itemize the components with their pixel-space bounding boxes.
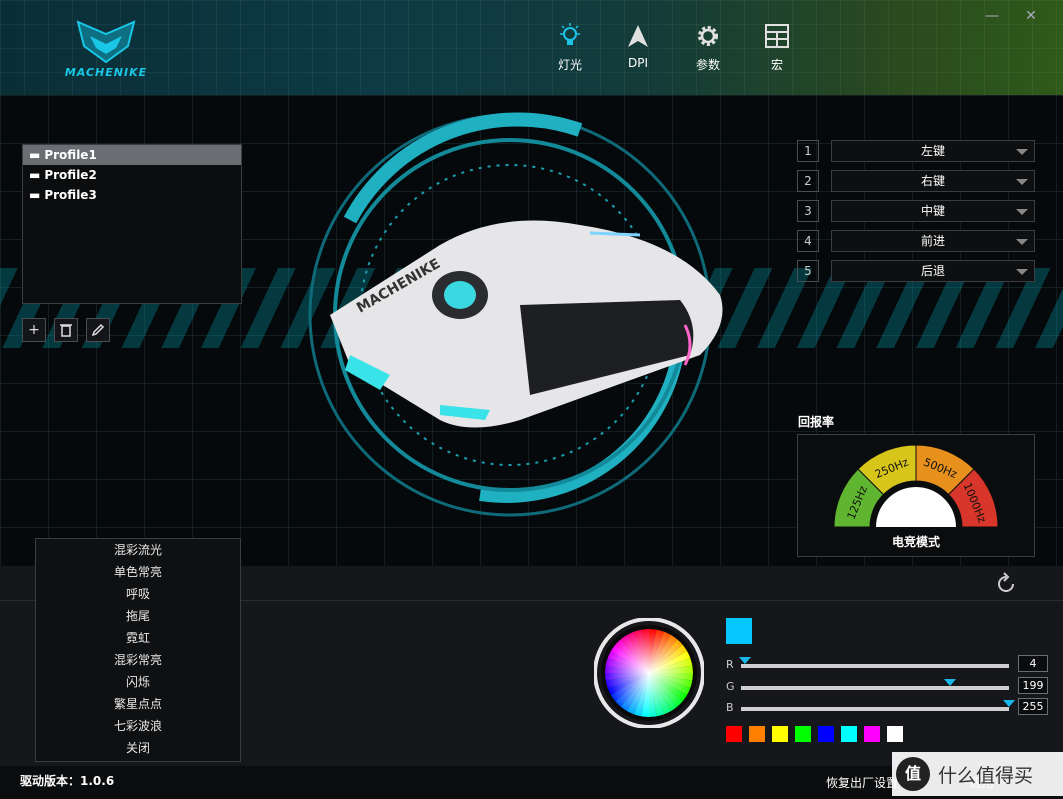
tab-macro[interactable]: 宏 [752,22,802,73]
report-rate-dial [876,487,956,527]
button-map-row: 1 左键 [797,140,1037,162]
mouse-image: MACHENIKE [330,220,723,428]
lighting-mode-option[interactable]: 呼吸 [36,583,240,605]
minimize-button[interactable]: — [982,6,1002,26]
app-logo: MACHENIKE [56,16,156,82]
blue-value-input[interactable]: 255 [1018,698,1048,715]
button-number: 2 [797,170,819,192]
watermark-logo: 值 [896,757,930,791]
red-thumb[interactable] [739,657,752,664]
logo-text: MACHENIKE [64,66,148,79]
bulb-icon [545,22,595,50]
chevron-down-icon [1016,209,1028,215]
green-label: G [726,680,735,693]
button-assign-select[interactable]: 左键 [831,140,1035,162]
add-profile-button[interactable]: + [22,318,46,342]
profile-item[interactable]: ▬ Profile1 [23,145,241,165]
preset-color-swatch[interactable] [841,726,857,742]
folder-icon: ▬ [29,148,41,162]
green-value-input[interactable]: 199 [1018,677,1048,694]
lighting-mode-dropdown: 混彩流光 单色常亮 呼吸 拖尾 霓虹 混彩常亮 闪烁 繁星点点 七彩波浪 关闭 [35,538,241,762]
report-rate-mode: 电竞模式 [891,535,940,549]
green-slider: G 199 [726,677,1050,696]
button-assign-select[interactable]: 右键 [831,170,1035,192]
watermark-text: 什么值得买 [938,764,1034,787]
green-track[interactable] [741,679,1009,690]
folder-icon: ▬ [29,188,41,202]
folder-icon: ▬ [29,168,41,182]
report-rate-gauge: 125Hz250Hz 500Hz1000Hz [833,444,999,528]
gear-icon [683,22,733,50]
driver-version: 驱动版本：1.0.6 [20,774,115,788]
button-map-row: 5 后退 [797,260,1037,282]
lighting-mode-option[interactable]: 拖尾 [36,605,240,627]
lighting-mode-option[interactable]: 混彩常亮 [36,649,240,671]
chevron-down-icon [1016,269,1028,275]
button-map-row: 3 中键 [797,200,1037,222]
red-value-input[interactable]: 4 [1018,655,1048,672]
edit-profile-button[interactable] [86,318,110,342]
lighting-mode-option[interactable]: 关闭 [36,737,240,759]
blue-track[interactable] [741,700,1015,711]
current-color-swatch[interactable] [726,618,752,644]
pencil-icon [91,323,105,337]
lighting-mode-option[interactable]: 闪烁 [36,671,240,693]
trash-icon [60,324,72,337]
preset-color-swatch[interactable] [818,726,834,742]
button-number: 1 [797,140,819,162]
refresh-icon[interactable] [994,572,1018,596]
report-rate-panel: 125Hz 250Hz 500Hz 1000Hz 电竞模式 [797,434,1035,557]
button-map-row: 4 前进 [797,230,1037,252]
blue-label: B [726,701,734,714]
button-number: 4 [797,230,819,252]
lighting-mode-option[interactable]: 七彩波浪 [36,715,240,737]
lighting-mode-option[interactable]: 混彩流光 [36,539,240,561]
red-track[interactable] [739,657,1009,668]
preset-color-swatch[interactable] [726,726,742,742]
preset-color-swatch[interactable] [795,726,811,742]
close-button[interactable]: ✕ [1021,6,1041,26]
button-assign-select[interactable]: 中键 [831,200,1035,222]
tab-params[interactable]: 参数 [683,22,733,73]
arrow-up-icon [613,22,663,50]
watermark: 值 什么值得买 [892,752,1063,796]
blue-thumb[interactable] [1003,700,1015,707]
lighting-mode-option[interactable]: 霓虹 [36,627,240,649]
profile-item[interactable]: ▬ Profile2 [23,165,241,185]
tab-dpi[interactable]: DPI [613,22,663,70]
preset-color-swatch[interactable] [749,726,765,742]
delete-profile-button[interactable] [54,318,78,342]
tab-lighting[interactable]: 灯光 [545,22,595,73]
profile-list: ▬ Profile1 ▬ Profile2 ▬ Profile3 [22,144,242,304]
preset-color-swatch[interactable] [864,726,880,742]
chevron-down-icon [1016,239,1028,245]
preset-color-swatch[interactable] [887,726,903,742]
chevron-down-icon [1016,149,1028,155]
button-map-row: 2 右键 [797,170,1037,192]
red-slider: R 4 [726,655,1050,674]
tab-label: 参数 [695,58,720,72]
button-assign-select[interactable]: 前进 [831,230,1035,252]
title-bar [0,0,1063,97]
profile-item[interactable]: ▬ Profile3 [23,185,241,205]
color-wheel[interactable] [594,618,704,728]
button-number: 5 [797,260,819,282]
preset-color-swatch[interactable] [772,726,788,742]
lighting-mode-option[interactable]: 繁星点点 [36,693,240,715]
report-rate-label: 回报率 [798,415,835,429]
grid-icon [752,22,802,50]
blue-slider: B 255 [726,698,1050,717]
tab-label: DPI [627,56,648,70]
button-assign-select[interactable]: 后退 [831,260,1035,282]
chevron-down-icon [1016,179,1028,185]
button-number: 3 [797,200,819,222]
tab-label: 宏 [770,58,783,72]
tab-label: 灯光 [557,58,582,72]
red-label: R [726,658,734,671]
reset-factory-button[interactable]: 恢复出厂设置 [826,774,898,791]
green-thumb[interactable] [944,679,957,686]
lighting-mode-option[interactable]: 单色常亮 [36,561,240,583]
